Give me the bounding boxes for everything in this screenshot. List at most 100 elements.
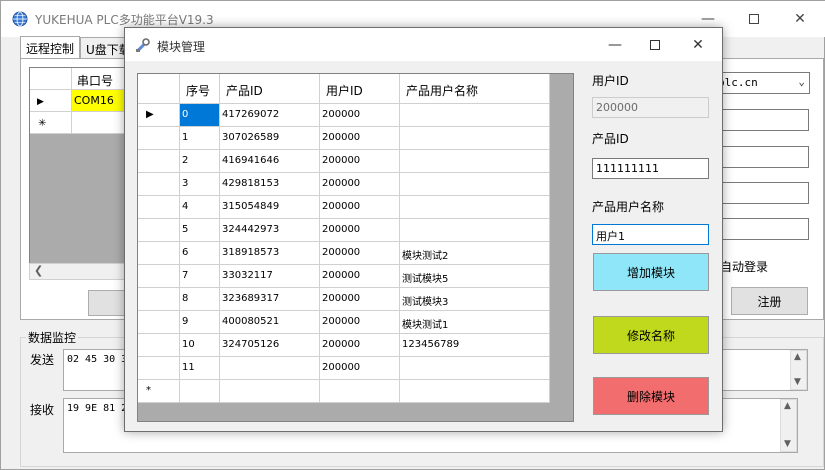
- dialog-close-button[interactable]: ✕: [678, 28, 718, 61]
- product-id-cell[interactable]: 400080521: [220, 311, 320, 334]
- product-id-field[interactable]: 111111111: [592, 158, 709, 179]
- register-button[interactable]: 注册: [731, 287, 808, 315]
- product-id-cell[interactable]: 324705126: [220, 334, 320, 357]
- row-header[interactable]: [138, 219, 180, 242]
- new-row-cell[interactable]: [220, 380, 320, 403]
- row-header[interactable]: [138, 311, 180, 334]
- serial-port-cell[interactable]: COM16: [72, 90, 130, 112]
- dialog-minimize-button[interactable]: —: [595, 28, 635, 61]
- user-id-cell[interactable]: 200000: [320, 334, 400, 357]
- user-id-cell[interactable]: 200000: [320, 242, 400, 265]
- user-id-cell[interactable]: 200000: [320, 104, 400, 127]
- add-module-button[interactable]: 增加模块: [593, 253, 709, 291]
- rename-button[interactable]: 修改名称: [593, 316, 709, 354]
- product-id-cell[interactable]: 315054849: [220, 196, 320, 219]
- product-id-cell[interactable]: 33032117: [220, 265, 320, 288]
- tab-remote-control[interactable]: 远程控制: [20, 36, 80, 59]
- serial-row-header[interactable]: ▶: [30, 90, 72, 112]
- user-id-cell[interactable]: 200000: [320, 265, 400, 288]
- auto-login-label[interactable]: 自动登录: [720, 258, 768, 275]
- row-header[interactable]: [138, 173, 180, 196]
- row-header[interactable]: [138, 196, 180, 219]
- user-id-cell[interactable]: 200000: [320, 173, 400, 196]
- new-row-cell[interactable]: [400, 380, 550, 403]
- tab-usb-download[interactable]: U盘下载: [80, 37, 131, 59]
- product-user-name-cell[interactable]: 测试模块5: [400, 265, 550, 288]
- product-user-name-cell[interactable]: 模块测试2: [400, 242, 550, 265]
- user-id-cell[interactable]: 200000: [320, 127, 400, 150]
- product-user-name-cell[interactable]: [400, 104, 550, 127]
- product-user-name-cell[interactable]: [400, 127, 550, 150]
- column-header-user-id[interactable]: 用户ID: [320, 74, 400, 104]
- product-user-name-cell[interactable]: [400, 357, 550, 380]
- close-icon: ✕: [692, 36, 704, 53]
- serial-new-row-header[interactable]: ✳: [30, 112, 72, 134]
- row-header[interactable]: [138, 242, 180, 265]
- product-id-cell[interactable]: 416941646: [220, 150, 320, 173]
- index-cell[interactable]: 9: [180, 311, 220, 334]
- row-header[interactable]: [138, 265, 180, 288]
- row-header[interactable]: [138, 288, 180, 311]
- device-input[interactable]: [713, 182, 809, 204]
- index-cell[interactable]: 3: [180, 173, 220, 196]
- module-grid[interactable]: 序号 产品ID 用户ID 产品用户名称 ▶ 0 417269072 200000 1 30…: [137, 73, 574, 422]
- row-header[interactable]: [138, 334, 180, 357]
- product-user-name-cell[interactable]: 模块测试1: [400, 311, 550, 334]
- account-input[interactable]: [713, 109, 809, 131]
- product-id-cell[interactable]: 417269072: [220, 104, 320, 127]
- user-id-cell[interactable]: 200000: [320, 311, 400, 334]
- product-user-name-cell[interactable]: [400, 150, 550, 173]
- user-id-cell[interactable]: 200000: [320, 357, 400, 380]
- index-cell[interactable]: 6: [180, 242, 220, 265]
- new-row-cell[interactable]: [180, 380, 220, 403]
- extra-input[interactable]: [713, 218, 809, 240]
- product-id-cell[interactable]: 323689317: [220, 288, 320, 311]
- product-id-cell[interactable]: 429818153: [220, 173, 320, 196]
- server-combo[interactable]: plc.cn ⌄: [713, 72, 810, 94]
- index-cell[interactable]: 8: [180, 288, 220, 311]
- index-cell[interactable]: 4: [180, 196, 220, 219]
- product-id-cell[interactable]: 324442973: [220, 219, 320, 242]
- new-row-header[interactable]: *: [138, 380, 180, 403]
- send-vscrollbar[interactable]: ▲ ▼: [790, 350, 807, 390]
- user-id-cell[interactable]: 200000: [320, 288, 400, 311]
- delete-module-button[interactable]: 删除模块: [593, 377, 709, 415]
- index-cell[interactable]: 10: [180, 334, 220, 357]
- user-id-cell[interactable]: 200000: [320, 219, 400, 242]
- column-header-product-id[interactable]: 产品ID: [220, 74, 320, 104]
- user-id-cell[interactable]: 200000: [320, 196, 400, 219]
- product-id-cell[interactable]: 307026589: [220, 127, 320, 150]
- serial-new-row-cell[interactable]: [72, 112, 130, 134]
- product-user-name-cell[interactable]: [400, 219, 550, 242]
- row-header[interactable]: [138, 127, 180, 150]
- serial-column-header[interactable]: 串口号: [72, 68, 130, 90]
- serial-port-grid[interactable]: 串口号 ▶ COM16 ✳: [29, 67, 131, 279]
- column-header-index[interactable]: 序号: [180, 74, 220, 104]
- product-id-cell[interactable]: [220, 357, 320, 380]
- row-header[interactable]: [138, 357, 180, 380]
- product-user-name-field[interactable]: 用户1: [592, 224, 709, 245]
- product-user-name-cell[interactable]: 测试模块3: [400, 288, 550, 311]
- password-input[interactable]: [713, 146, 809, 168]
- index-cell[interactable]: 5: [180, 219, 220, 242]
- index-cell[interactable]: 11: [180, 357, 220, 380]
- product-user-name-cell[interactable]: [400, 196, 550, 219]
- product-id-cell[interactable]: 318918573: [220, 242, 320, 265]
- column-header-product-user-name[interactable]: 产品用户名称: [400, 74, 550, 104]
- index-cell[interactable]: 7: [180, 265, 220, 288]
- row-header[interactable]: [138, 150, 180, 173]
- dialog-maximize-button[interactable]: [635, 28, 675, 61]
- receive-vscrollbar[interactable]: ▲ ▼: [780, 399, 797, 452]
- product-user-name-cell[interactable]: [400, 173, 550, 196]
- dialog-title-bar: 模块管理 — ✕: [125, 28, 722, 61]
- index-cell[interactable]: 1: [180, 127, 220, 150]
- row-header[interactable]: ▶: [138, 104, 180, 127]
- serial-grid-hscrollbar[interactable]: ❮: [29, 263, 131, 280]
- close-button[interactable]: ✕: [777, 1, 823, 37]
- new-row-cell[interactable]: [320, 380, 400, 403]
- product-user-name-cell[interactable]: 123456789: [400, 334, 550, 357]
- user-id-cell[interactable]: 200000: [320, 150, 400, 173]
- maximize-button[interactable]: [731, 1, 777, 37]
- index-cell[interactable]: 0: [180, 104, 220, 127]
- index-cell[interactable]: 2: [180, 150, 220, 173]
